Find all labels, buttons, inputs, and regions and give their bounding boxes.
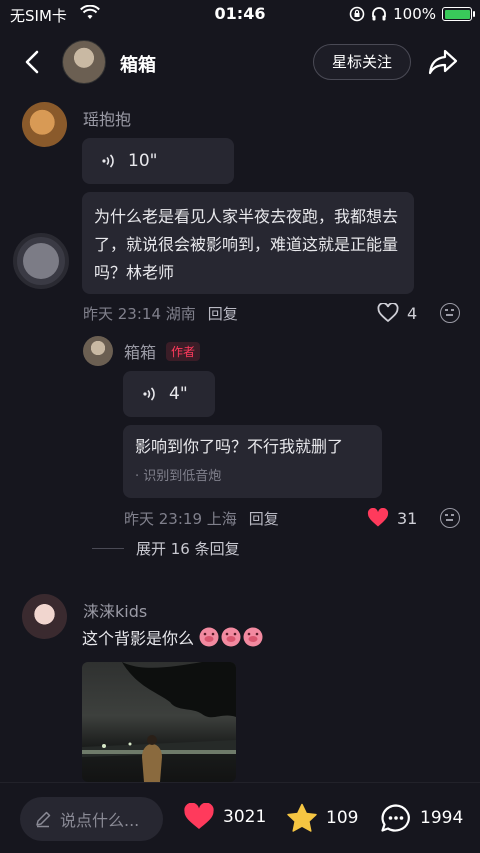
pencil-icon [36, 811, 51, 828]
comment-input-placeholder: 说点什么... [60, 811, 140, 830]
rotation-lock-icon [349, 6, 365, 22]
reply-text: 影响到你了吗？不行我就删了 [135, 437, 344, 456]
voice-message[interactable]: 10" [82, 138, 234, 184]
voice-duration: 4" [169, 384, 188, 404]
reply-meta: 昨天 23:19 上海 回复 [124, 508, 279, 529]
share-icon[interactable] [428, 48, 458, 76]
back-icon[interactable] [22, 50, 42, 74]
author-avatar[interactable] [62, 40, 106, 84]
expand-replies-label[interactable]: 展开 16 条回复 [136, 538, 240, 559]
favorite-button[interactable]: 109 [286, 803, 358, 833]
like-button[interactable]: 31 [367, 508, 417, 528]
night-scene-image [82, 662, 236, 782]
battery-icon [442, 7, 475, 21]
header: 箱箱 星标关注 [0, 36, 480, 86]
voice-wave-icon [102, 154, 114, 168]
expand-replies[interactable]: 展开 16 条回复 [92, 538, 240, 559]
commenter-avatar[interactable] [22, 102, 67, 147]
bottom-bar: 说点什么... 3021 109 1994 [0, 782, 480, 853]
comments-total: 1994 [420, 808, 464, 828]
star-follow-button[interactable]: 星标关注 [313, 44, 411, 80]
replier-line: 箱箱 作者 [124, 339, 201, 363]
reply-button[interactable]: 回复 [208, 303, 238, 324]
reply-voice-message[interactable]: 4" [123, 371, 215, 417]
like-count: 31 [397, 508, 418, 528]
recognized-note: · 识别到低音炮 [135, 469, 222, 484]
assistive-touch-button[interactable] [13, 233, 69, 289]
author-badge: 作者 [166, 341, 201, 361]
comment-meta: 昨天 23:14 湖南 回复 [83, 303, 238, 324]
comment-bubble-icon [381, 804, 410, 832]
voice-duration: 10" [128, 151, 158, 171]
author-name[interactable]: 箱箱 [120, 51, 156, 77]
headphones-icon [372, 7, 387, 21]
heart-outline-icon [377, 303, 399, 323]
replier-avatar[interactable] [83, 336, 113, 366]
like-total-button[interactable]: 3021 [183, 803, 266, 831]
emoji-reaction-icon[interactable] [440, 508, 460, 528]
heart-filled-icon [367, 508, 389, 527]
like-button[interactable]: 4 [377, 303, 417, 323]
commenter-name[interactable]: 涞涞kids [83, 598, 147, 622]
comment-text: 这个背影是你么 [82, 629, 195, 648]
like-count: 4 [407, 303, 418, 323]
divider-line [92, 548, 124, 549]
comment-photo[interactable] [82, 662, 236, 782]
comments-button[interactable]: 1994 [380, 803, 463, 833]
commenter-name[interactable]: 瑶抱抱 [83, 106, 131, 130]
comment-time: 昨天 23:14 湖南 [83, 305, 196, 323]
reply-button[interactable]: 回复 [249, 508, 279, 529]
like-total: 3021 [223, 807, 267, 827]
battery-percent: 100% [393, 5, 436, 23]
emoji-reaction-icon[interactable] [440, 303, 460, 323]
comment-text-line: 这个背影是你么 [82, 625, 264, 649]
reply-text-bubble: 影响到你了吗？不行我就删了 · 识别到低音炮 [123, 425, 382, 498]
status-bar: 无SIM卡 01:46 100% [0, 0, 480, 28]
comment-text: 为什么老是看见人家半夜去夜跑，我都想去了，就说很会被影响到，难道这就是正能量吗？… [82, 192, 414, 294]
replier-name[interactable]: 箱箱 [124, 339, 156, 363]
star-filled-icon [287, 803, 317, 832]
comment-input[interactable]: 说点什么... [20, 797, 163, 841]
reply-time: 昨天 23:19 上海 [124, 510, 237, 528]
heart-filled-icon [184, 803, 214, 829]
voice-wave-icon [143, 387, 155, 401]
favorite-total: 109 [326, 808, 359, 828]
pig-face-emoji-icon [199, 627, 263, 647]
commenter-avatar[interactable] [22, 594, 67, 639]
